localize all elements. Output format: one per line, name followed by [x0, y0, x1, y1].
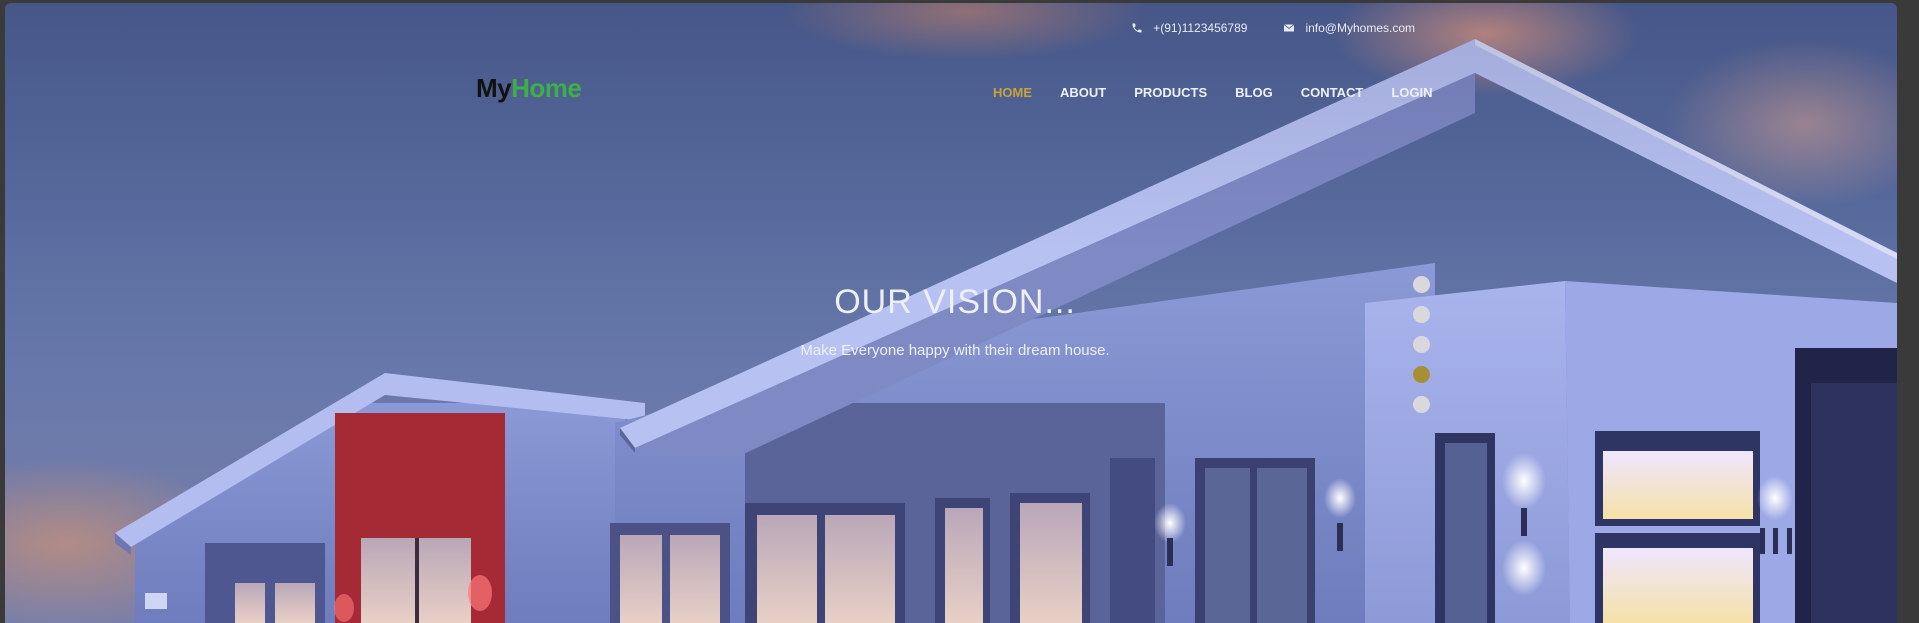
nav-item-products[interactable]: PRODUCTS — [1134, 85, 1207, 100]
nav-item-login[interactable]: LOGIN — [1391, 85, 1432, 100]
email-contact[interactable]: info@Myhomes.com — [1283, 21, 1415, 35]
phone-number: +(91)1123456789 — [1153, 21, 1248, 35]
slider-dot-4[interactable] — [1413, 366, 1430, 383]
nav-item-about[interactable]: ABOUT — [1060, 85, 1106, 100]
slider-dot-5[interactable] — [1413, 396, 1430, 413]
logo-text-my: My — [476, 73, 512, 103]
site-logo[interactable]: MyHome — [476, 73, 582, 104]
nav-item-blog[interactable]: BLOG — [1235, 85, 1273, 100]
browser-viewport: +(91)1123456789 info@Myhomes.com MyHome … — [5, 3, 1897, 623]
slide-caption: OUR VISION... Make Everyone happy with t… — [705, 283, 1205, 359]
slider-dot-1[interactable] — [1413, 276, 1430, 293]
nav-item-contact[interactable]: CONTACT — [1301, 85, 1364, 100]
email-address: info@Myhomes.com — [1305, 21, 1415, 35]
top-contact-bar: +(91)1123456789 info@Myhomes.com — [1131, 21, 1415, 35]
slider-pagination — [1413, 276, 1430, 413]
main-navigation: HOME ABOUT PRODUCTS BLOG CONTACT LOGIN — [993, 85, 1461, 100]
slider-dot-3[interactable] — [1413, 336, 1430, 353]
phone-contact[interactable]: +(91)1123456789 — [1131, 21, 1247, 35]
nav-item-home[interactable]: HOME — [993, 85, 1032, 100]
slide-subtitle: Make Everyone happy with their dream hou… — [800, 342, 1110, 359]
slider-dot-2[interactable] — [1413, 306, 1430, 323]
slide-title: OUR VISION... — [834, 283, 1076, 321]
logo-text-home: Home — [511, 73, 582, 103]
envelope-icon — [1284, 24, 1295, 32]
phone-icon — [1132, 23, 1142, 33]
